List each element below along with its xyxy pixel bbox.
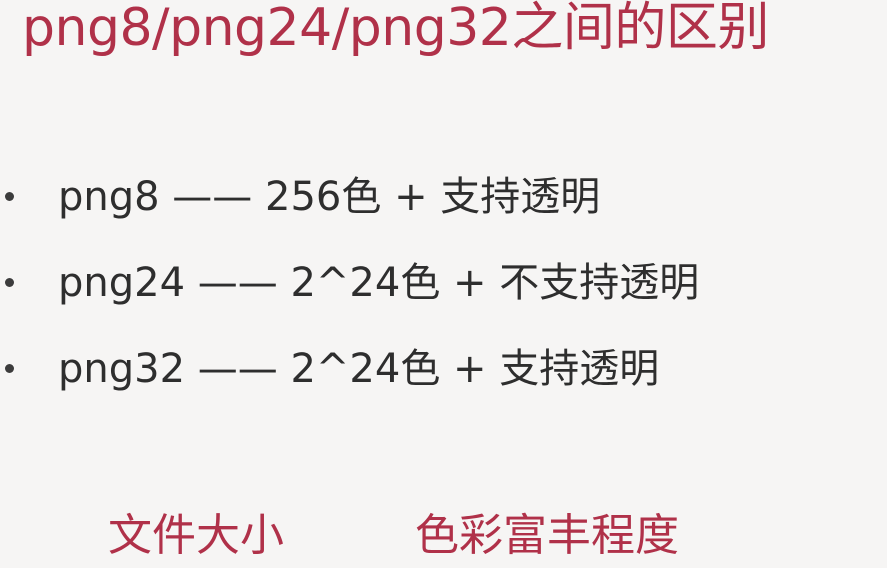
bullet-text: png32 —— 2^24色 + 支持透明 — [58, 346, 660, 392]
bullet-dot-icon — [5, 364, 14, 373]
slide-title: png8/png24/png32之间的区别 — [22, 0, 769, 58]
bullet-text: png8 —— 256色 + 支持透明 — [58, 174, 601, 220]
footer-label-file-size: 文件大小 — [108, 510, 284, 561]
footer-label-color-richness: 色彩富丰程度 — [415, 510, 679, 561]
bullet-dot-icon — [5, 278, 14, 287]
slide: png8/png24/png32之间的区别 png8 —— 256色 + 支持透… — [0, 0, 887, 568]
bullet-text: png24 —— 2^24色 + 不支持透明 — [58, 260, 700, 306]
bullet-dot-icon — [5, 192, 14, 201]
